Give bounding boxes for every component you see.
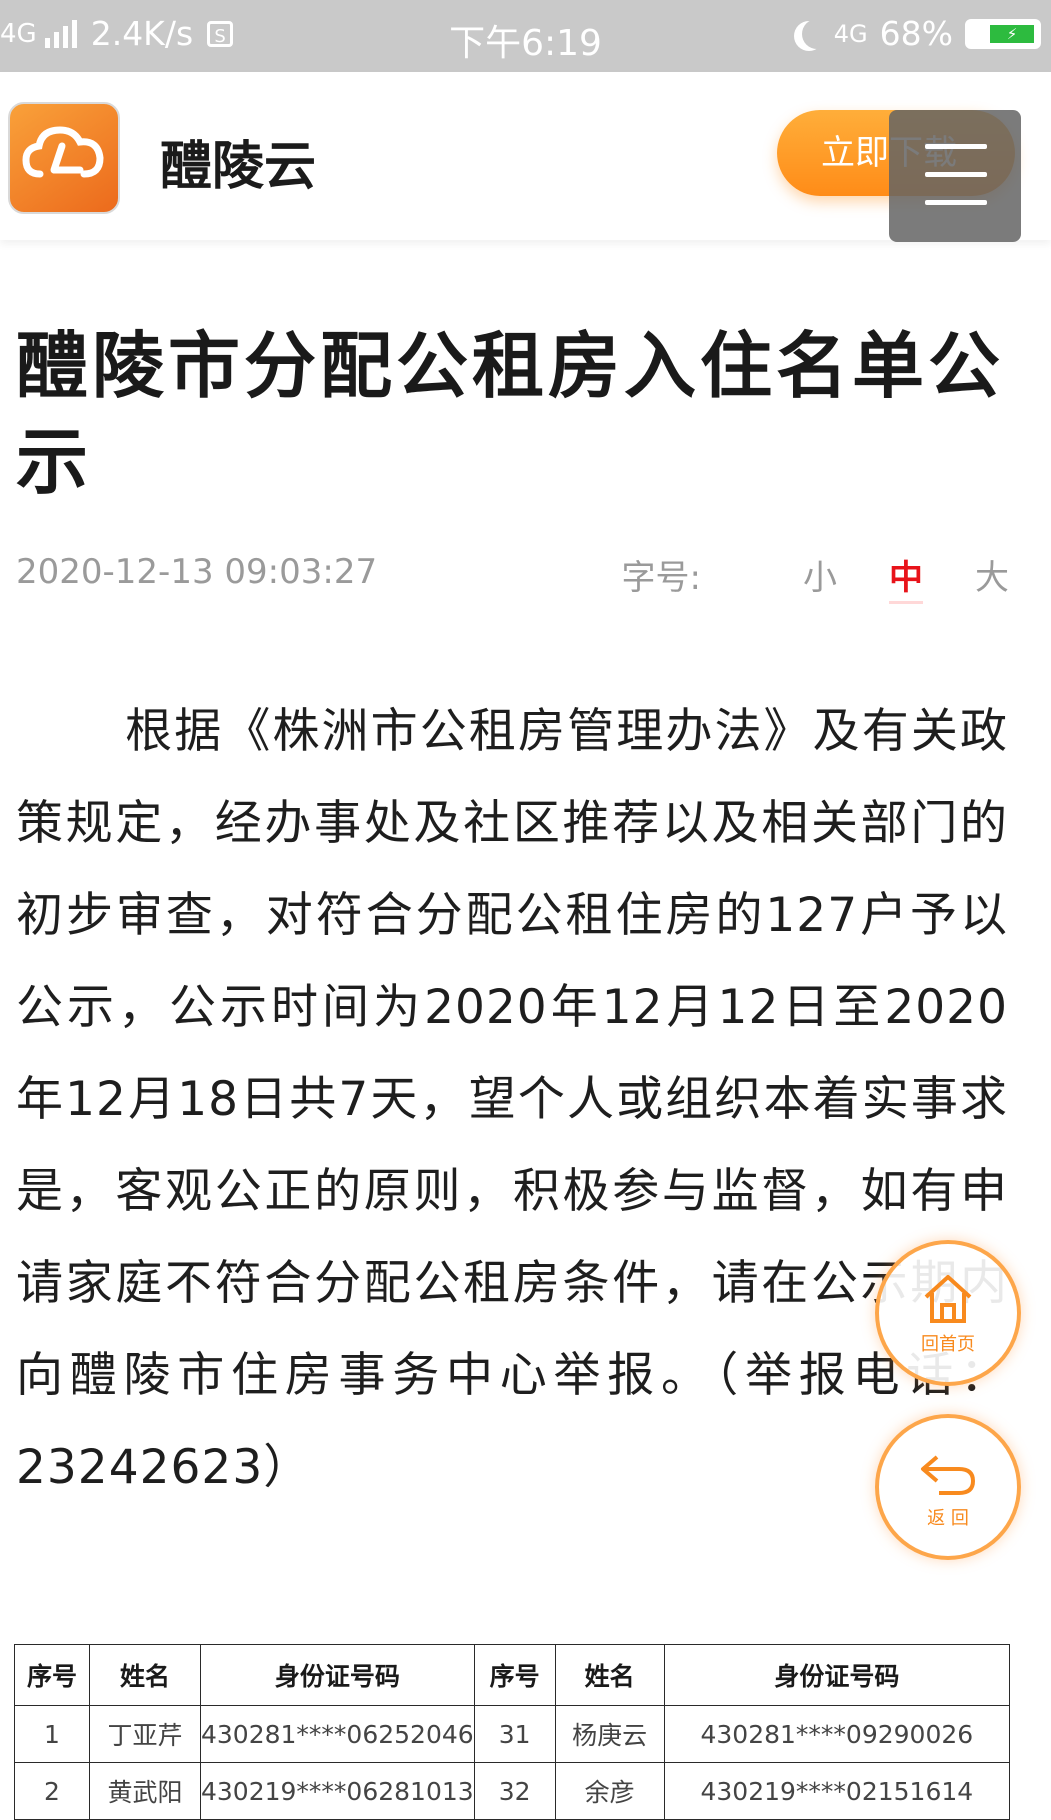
home-button[interactable]: 回首页 <box>875 1240 1021 1386</box>
table-cell: 2 <box>14 1762 90 1820</box>
home-button-label: 回首页 <box>921 1334 975 1355</box>
network-type-right: 4G <box>833 19 868 48</box>
battery-percent: 68% <box>879 14 953 53</box>
table-cell: 黄武阳 <box>89 1762 201 1820</box>
back-arrow-icon <box>879 1438 1017 1508</box>
article-body-text: 根据《株洲市公租房管理办法》及有关政策规定，经办事处及社区推荐以及相关部门的初步… <box>16 704 1008 1495</box>
table-cell: 430219****06281013 <box>200 1762 475 1820</box>
hamburger-menu-icon[interactable] <box>889 110 1021 242</box>
table-cell: 430219****02151614 <box>663 1762 1011 1820</box>
status-right: 4G 68% ⚡ <box>792 14 1041 53</box>
font-size-selector: 字号: 小 中 大 <box>622 550 1009 604</box>
table-cell: 丁亚芹 <box>89 1705 201 1763</box>
article-date: 2020-12-13 09:03:27 <box>16 552 378 592</box>
back-button[interactable]: 返 回 <box>875 1414 1021 1560</box>
table-cell: 31 <box>473 1705 556 1763</box>
battery-icon: ⚡ <box>965 18 1041 49</box>
font-size-large[interactable]: 大 <box>975 550 1009 604</box>
table-cell: 430281****09290026 <box>663 1705 1011 1763</box>
article-body: 根据《株洲市公租房管理办法》及有关政策规定，经办事处及社区推荐以及相关部门的初步… <box>16 686 1008 1514</box>
font-size-label: 字号: <box>621 558 701 598</box>
table-row: 2 黄武阳 430219****06281013 32 余彦 430219***… <box>14 1762 1011 1820</box>
font-size-small[interactable]: 小 <box>803 550 837 604</box>
font-size-medium[interactable]: 中 <box>889 550 923 604</box>
do-not-disturb-icon <box>802 19 832 49</box>
header-name: 姓名 <box>89 1644 201 1706</box>
table-header-row: 序号 姓名 身份证号码 序号 姓名 身份证号码 <box>14 1644 1011 1706</box>
tenant-table: 序号 姓名 身份证号码 序号 姓名 身份证号码 1 丁亚芹 430281****… <box>14 1644 1011 1820</box>
table-row: 1 丁亚芹 430281****06252046 31 杨庚云 430281**… <box>14 1705 1011 1763</box>
header-id: 身份证号码 <box>200 1644 475 1706</box>
back-button-label: 返 回 <box>927 1508 969 1529</box>
cloud-logo-icon[interactable] <box>8 102 120 214</box>
header-seq-2: 序号 <box>473 1644 556 1706</box>
header-name-2: 姓名 <box>554 1644 665 1706</box>
header-id-2: 身份证号码 <box>663 1644 1011 1706</box>
app-header: 醴陵云 立即下载 <box>0 72 1051 242</box>
table-cell: 1 <box>14 1705 90 1763</box>
article-title: 醴陵市分配公租房入住名单公示 <box>16 324 1005 504</box>
table-cell: 32 <box>473 1762 556 1820</box>
table-cell: 430281****06252046 <box>200 1705 475 1763</box>
header-seq: 序号 <box>14 1644 90 1706</box>
table-cell: 杨庚云 <box>554 1705 665 1763</box>
status-bar: 4G 2.4K/s S 下午6:19 4G 68% ⚡ <box>0 0 1051 72</box>
home-icon <box>879 1264 1017 1334</box>
app-name: 醴陵云 <box>160 137 317 197</box>
table-cell: 余彦 <box>554 1762 665 1820</box>
